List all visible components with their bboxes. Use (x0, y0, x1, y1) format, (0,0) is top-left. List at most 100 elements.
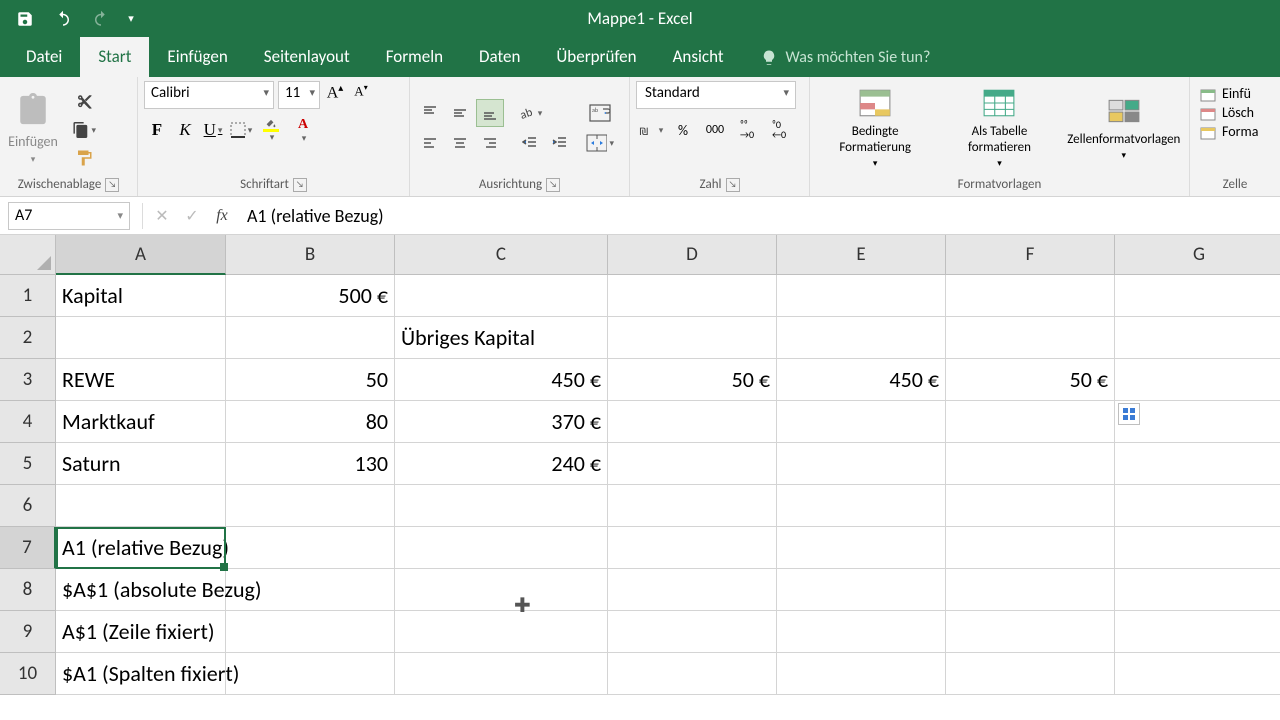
tellme-search[interactable]: Was möchten Sie tun? (742, 48, 1280, 77)
cell-G3[interactable] (1115, 359, 1280, 401)
worksheet-grid[interactable]: A B C D E F G 1 2 3 4 5 6 7 8 9 10 Kapit… (0, 235, 1280, 720)
cell-F8[interactable] (946, 569, 1115, 611)
accounting-format-button[interactable]: ₪ (636, 117, 666, 143)
cell-G6[interactable] (1115, 485, 1280, 527)
autofill-options-button[interactable] (1118, 403, 1140, 425)
row-header-4[interactable]: 4 (0, 401, 56, 443)
decrease-font-button[interactable]: A▾ (350, 83, 372, 107)
col-header-F[interactable]: F (946, 235, 1115, 275)
cell-C8[interactable] (395, 569, 608, 611)
cell-A6[interactable] (56, 485, 226, 527)
row-header-1[interactable]: 1 (0, 275, 56, 317)
tab-file[interactable]: Datei (8, 36, 80, 77)
cell-C5[interactable]: 240 € (395, 443, 608, 485)
cell-A1[interactable]: Kapital (56, 275, 226, 317)
cell-D3[interactable]: 50 € (608, 359, 777, 401)
bold-button[interactable]: F (144, 117, 170, 143)
paste-button[interactable]: Einfügen ▾ (6, 91, 60, 165)
comma-button[interactable]: 000 (700, 117, 730, 143)
row-header-8[interactable]: 8 (0, 569, 56, 611)
cells-format-button[interactable]: Forma (1200, 123, 1274, 140)
cell-F6[interactable] (946, 485, 1115, 527)
cell-D7[interactable] (608, 527, 777, 569)
align-bottom-button[interactable] (476, 99, 504, 127)
cell-G10[interactable] (1115, 653, 1280, 695)
cell-E5[interactable] (777, 443, 946, 485)
cell-A9[interactable]: A$1 (Zeile fixiert) (56, 611, 226, 653)
save-button[interactable] (6, 0, 44, 37)
cell-G8[interactable] (1115, 569, 1280, 611)
number-dialog-launcher[interactable]: ↘ (726, 178, 740, 192)
cell-B1[interactable]: 500 € (226, 275, 395, 317)
cell-A4[interactable]: Marktkauf (56, 401, 226, 443)
cell-styles-button[interactable]: Zellenformatvorlagen▾ (1065, 94, 1183, 162)
font-name-select[interactable]: Calibri (144, 81, 274, 109)
cell-G7[interactable] (1115, 527, 1280, 569)
undo-button[interactable] (44, 0, 82, 37)
tab-formulas[interactable]: Formeln (368, 36, 461, 77)
cell-E9[interactable] (777, 611, 946, 653)
row-header-5[interactable]: 5 (0, 443, 56, 485)
cell-C7[interactable] (395, 527, 608, 569)
cell-D8[interactable] (608, 569, 777, 611)
tab-view[interactable]: Ansicht (655, 36, 742, 77)
underline-button[interactable]: U (200, 117, 226, 143)
cell-E7[interactable] (777, 527, 946, 569)
cell-D10[interactable] (608, 653, 777, 695)
cell-C2[interactable]: Übriges Kapital (395, 317, 608, 359)
merge-button[interactable] (586, 129, 614, 157)
cell-A2[interactable] (56, 317, 226, 359)
tab-review[interactable]: Überprüfen (538, 36, 654, 77)
cell-G9[interactable] (1115, 611, 1280, 653)
wrap-text-button[interactable]: ab (586, 99, 614, 127)
row-header-7[interactable]: 7 (0, 527, 56, 569)
increase-decimal-button[interactable]: ⁰⁰→0 (732, 117, 762, 143)
cell-F7[interactable] (946, 527, 1115, 569)
format-painter-button[interactable] (72, 147, 96, 169)
align-left-button[interactable] (416, 129, 444, 157)
cell-C1[interactable] (395, 275, 608, 317)
cell-C9[interactable] (395, 611, 608, 653)
cell-A7[interactable]: A1 (relative Bezug) (56, 527, 226, 569)
decrease-decimal-button[interactable]: ⁰0←0 (764, 117, 794, 143)
cell-D9[interactable] (608, 611, 777, 653)
increase-font-button[interactable]: A▴ (324, 83, 346, 107)
cell-E10[interactable] (777, 653, 946, 695)
cell-F4[interactable] (946, 401, 1115, 443)
cell-B9[interactable] (226, 611, 395, 653)
insert-function-button[interactable]: fx (207, 202, 237, 230)
font-dialog-launcher[interactable]: ↘ (293, 178, 307, 192)
row-header-10[interactable]: 10 (0, 653, 56, 695)
tab-insert[interactable]: Einfügen (149, 36, 245, 77)
select-all-corner[interactable] (0, 235, 56, 275)
cell-B3[interactable]: 50 (226, 359, 395, 401)
col-header-A[interactable]: A (56, 235, 226, 275)
cells-delete-button[interactable]: Lösch (1200, 104, 1274, 121)
cell-F3[interactable]: 50 € (946, 359, 1115, 401)
cell-C4[interactable]: 370 € (395, 401, 608, 443)
cell-E4[interactable] (777, 401, 946, 443)
cell-B10[interactable] (226, 653, 395, 695)
cell-F5[interactable] (946, 443, 1115, 485)
enter-formula-button[interactable]: ✓ (177, 202, 207, 230)
cell-F9[interactable] (946, 611, 1115, 653)
row-header-3[interactable]: 3 (0, 359, 56, 401)
alignment-dialog-launcher[interactable]: ↘ (546, 178, 560, 192)
font-color-button[interactable]: A (288, 117, 318, 143)
cell-C10[interactable] (395, 653, 608, 695)
cell-E2[interactable] (777, 317, 946, 359)
col-header-D[interactable]: D (608, 235, 777, 275)
align-middle-button[interactable] (446, 99, 474, 127)
cell-F1[interactable] (946, 275, 1115, 317)
tab-data[interactable]: Daten (461, 36, 538, 77)
cell-A10[interactable]: $A1 (Spalten fixiert) (56, 653, 226, 695)
align-right-button[interactable] (476, 129, 504, 157)
cut-button[interactable] (72, 91, 96, 113)
italic-button[interactable]: K (172, 117, 198, 143)
cell-A5[interactable]: Saturn (56, 443, 226, 485)
cell-E8[interactable] (777, 569, 946, 611)
cancel-formula-button[interactable]: ✕ (147, 202, 177, 230)
font-size-select[interactable]: 11 (278, 81, 320, 109)
cell-B6[interactable] (226, 485, 395, 527)
align-center-button[interactable] (446, 129, 474, 157)
